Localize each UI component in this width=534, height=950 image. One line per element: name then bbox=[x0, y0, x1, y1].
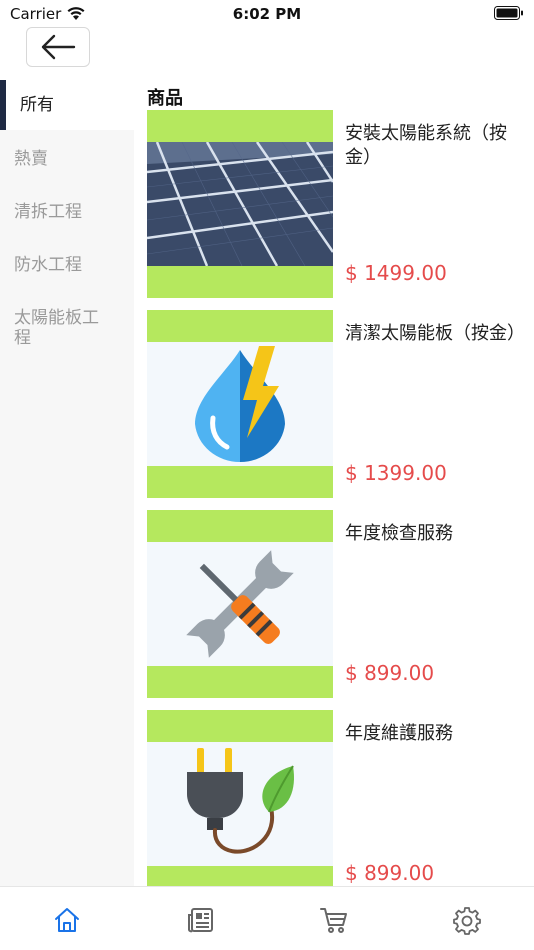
sidebar-item-waterproofing[interactable]: 防水工程 bbox=[14, 255, 114, 275]
product-card[interactable]: 清潔太陽能板（按金） $ 1399.00 bbox=[147, 310, 534, 498]
product-price: $ 1399.00 bbox=[345, 461, 447, 485]
tab-home[interactable] bbox=[52, 905, 82, 935]
sidebar-item-label: 太陽能板工程 bbox=[14, 308, 99, 348]
tab-bar bbox=[0, 886, 534, 950]
status-bar: Carrier 6:02 PM bbox=[0, 0, 534, 28]
product-name: 年度檢查服務 bbox=[345, 523, 453, 544]
sidebar-item-label: 清拆工程 bbox=[14, 202, 82, 222]
product-thumbnail bbox=[147, 310, 333, 498]
clock: 6:02 PM bbox=[232, 5, 302, 23]
product-card[interactable]: 安裝太陽能系統（按金） $ 1499.00 bbox=[147, 110, 534, 298]
sidebar-item-label: 所有 bbox=[20, 95, 54, 115]
back-button[interactable] bbox=[26, 27, 90, 67]
tab-cart[interactable] bbox=[319, 905, 349, 935]
sidebar-item-solar[interactable]: 太陽能板工程 bbox=[14, 308, 110, 348]
product-thumbnail bbox=[147, 110, 333, 298]
product-thumbnail bbox=[147, 710, 333, 898]
gear-icon bbox=[453, 907, 481, 935]
section-title: 商品 bbox=[147, 88, 183, 109]
category-sidebar: 所有 熱賣 清拆工程 防水工程 太陽能板工程 bbox=[0, 80, 134, 886]
product-name: 清潔太陽能板（按金） bbox=[345, 323, 525, 344]
sidebar-item-demolition[interactable]: 清拆工程 bbox=[14, 202, 114, 222]
news-icon bbox=[188, 908, 213, 933]
tools-icon bbox=[147, 542, 333, 666]
tab-news[interactable] bbox=[186, 905, 216, 935]
sidebar-item-hot[interactable]: 熱賣 bbox=[14, 149, 114, 169]
sidebar-item-all[interactable]: 所有 bbox=[0, 80, 134, 130]
home-icon bbox=[55, 908, 79, 932]
product-card[interactable]: 年度檢查服務 $ 899.00 bbox=[147, 510, 534, 698]
product-price: $ 899.00 bbox=[345, 861, 435, 885]
battery-icon bbox=[494, 6, 523, 20]
tab-settings[interactable] bbox=[452, 905, 482, 935]
product-price: $ 899.00 bbox=[345, 661, 435, 685]
sidebar-item-label: 防水工程 bbox=[14, 255, 82, 275]
product-name: 安裝太陽能系統（按金） bbox=[345, 123, 507, 168]
product-card[interactable]: 年度維護服務 $ 899.00 bbox=[147, 710, 534, 898]
water-energy-icon bbox=[147, 342, 333, 466]
cart-icon bbox=[320, 908, 347, 933]
product-thumbnail bbox=[147, 510, 333, 698]
solar-panel-icon bbox=[147, 142, 333, 266]
arrow-left-icon bbox=[41, 34, 76, 60]
sidebar-item-label: 熱賣 bbox=[14, 149, 48, 169]
product-name: 年度維護服務 bbox=[345, 723, 453, 744]
product-price: $ 1499.00 bbox=[345, 261, 447, 285]
eco-plug-icon bbox=[147, 742, 333, 866]
